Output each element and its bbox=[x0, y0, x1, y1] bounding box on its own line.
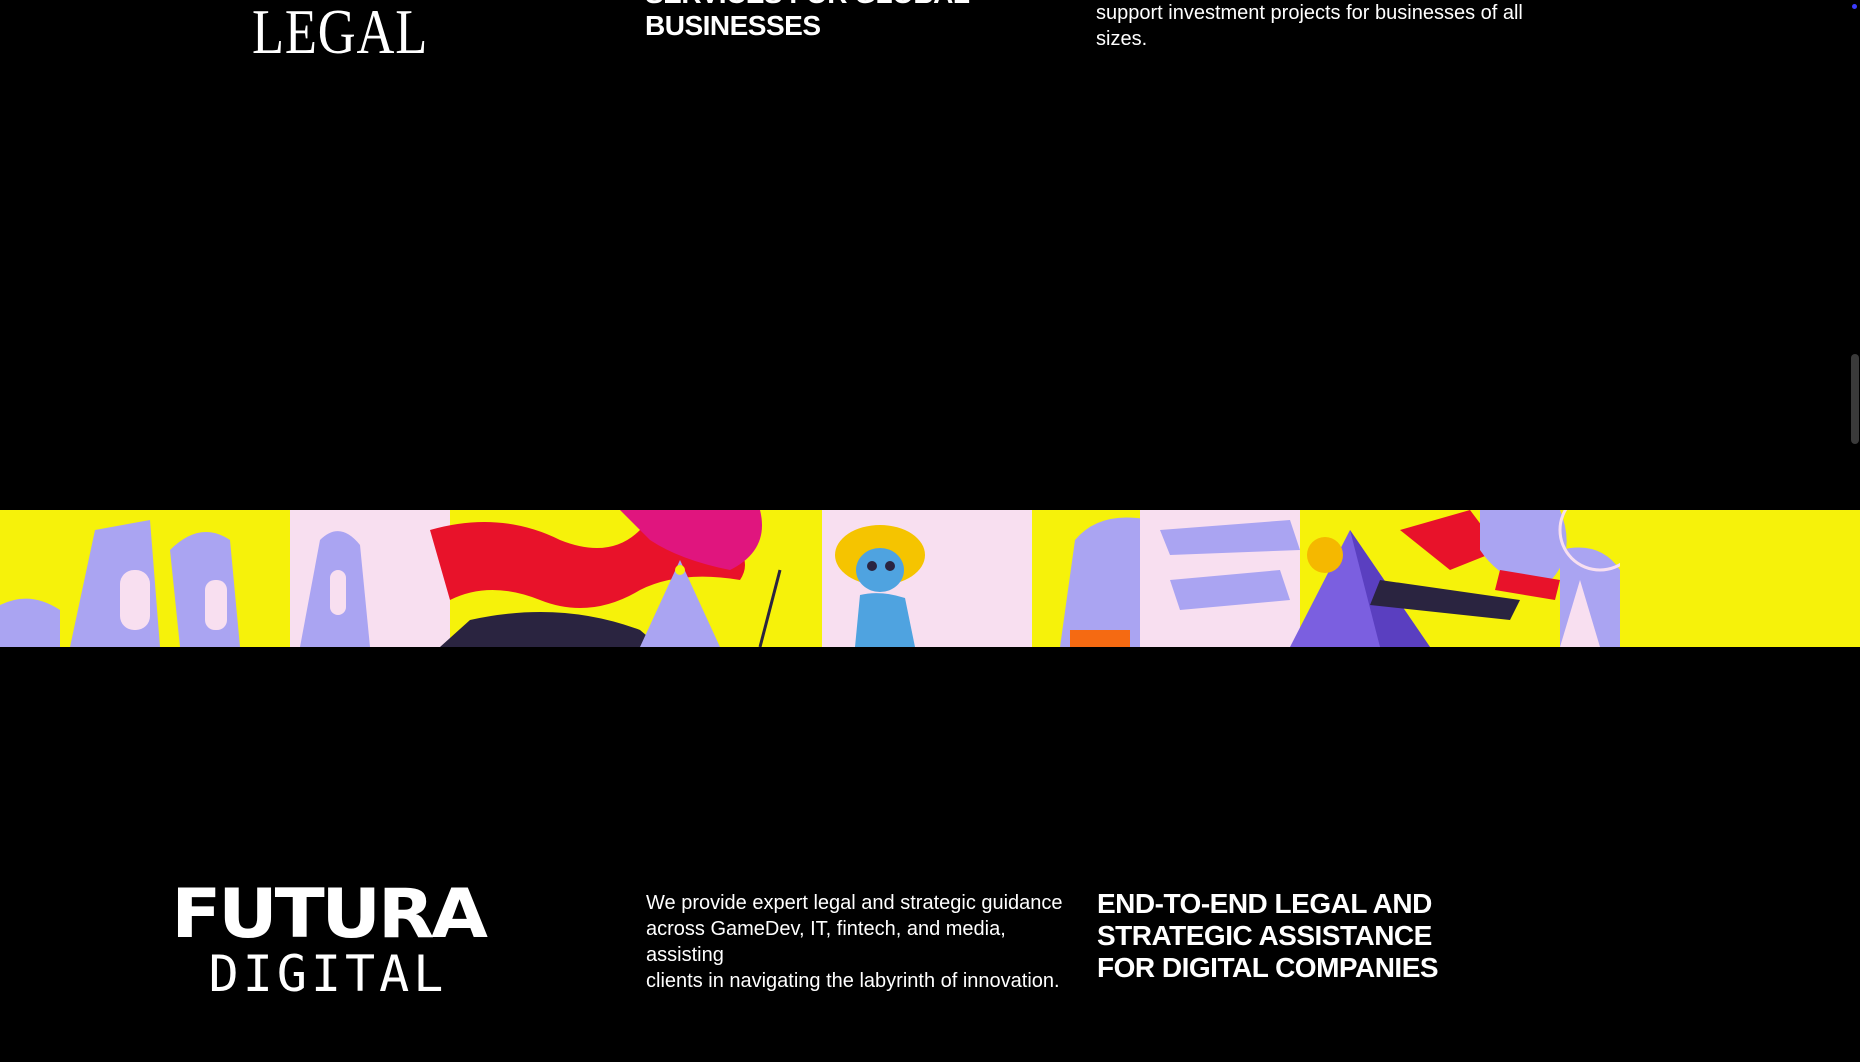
smiley-coin bbox=[1307, 537, 1343, 573]
company-description-line: We provide expert legal and strategic gu… bbox=[646, 892, 1063, 914]
assistance-heading-line: STRATEGIC ASSISTANCE bbox=[1097, 920, 1432, 951]
assistance-heading-line: END-TO-END LEGAL AND bbox=[1097, 888, 1432, 919]
futura-digital-logo[interactable]: FUTURA DIGITAL bbox=[133, 881, 523, 1003]
services-description-line: support investment projects for business… bbox=[1096, 2, 1523, 24]
illustration-banner-art bbox=[0, 510, 1860, 647]
assistance-heading: END-TO-END LEGAL AND STRATEGIC ASSISTANC… bbox=[1097, 888, 1477, 984]
services-heading-line: SERVICES FOR GLOBAL bbox=[645, 0, 1045, 10]
company-description: We provide expert legal and strategic gu… bbox=[646, 890, 1086, 994]
services-heading: SERVICES FOR GLOBAL BUSINESSES bbox=[645, 0, 1045, 42]
astronaut-face bbox=[856, 548, 904, 592]
corner-indicator-dot bbox=[1852, 4, 1857, 9]
services-description-line: sizes. bbox=[1096, 28, 1148, 50]
logo-futura-text: FUTURA bbox=[171, 875, 488, 954]
assistance-heading-line: FOR DIGITAL COMPANIES bbox=[1097, 952, 1439, 983]
company-description-line: clients in navigating the labyrinth of i… bbox=[646, 970, 1060, 992]
illustration-banner bbox=[0, 510, 1860, 647]
arch-shape bbox=[0, 598, 60, 647]
scrollbar-thumb[interactable] bbox=[1851, 354, 1859, 444]
tower-shape bbox=[170, 532, 240, 647]
services-heading-line: BUSINESSES bbox=[645, 10, 821, 41]
legal-logo: LEGAL bbox=[252, 0, 429, 67]
company-description-line: across GameDev, IT, fintech, and media, … bbox=[646, 918, 1006, 966]
services-description: support investment projects for business… bbox=[1096, 0, 1556, 52]
logo-digital-text: DIGITAL bbox=[208, 945, 448, 1003]
arch-window bbox=[120, 570, 150, 630]
arch-window bbox=[205, 580, 227, 630]
